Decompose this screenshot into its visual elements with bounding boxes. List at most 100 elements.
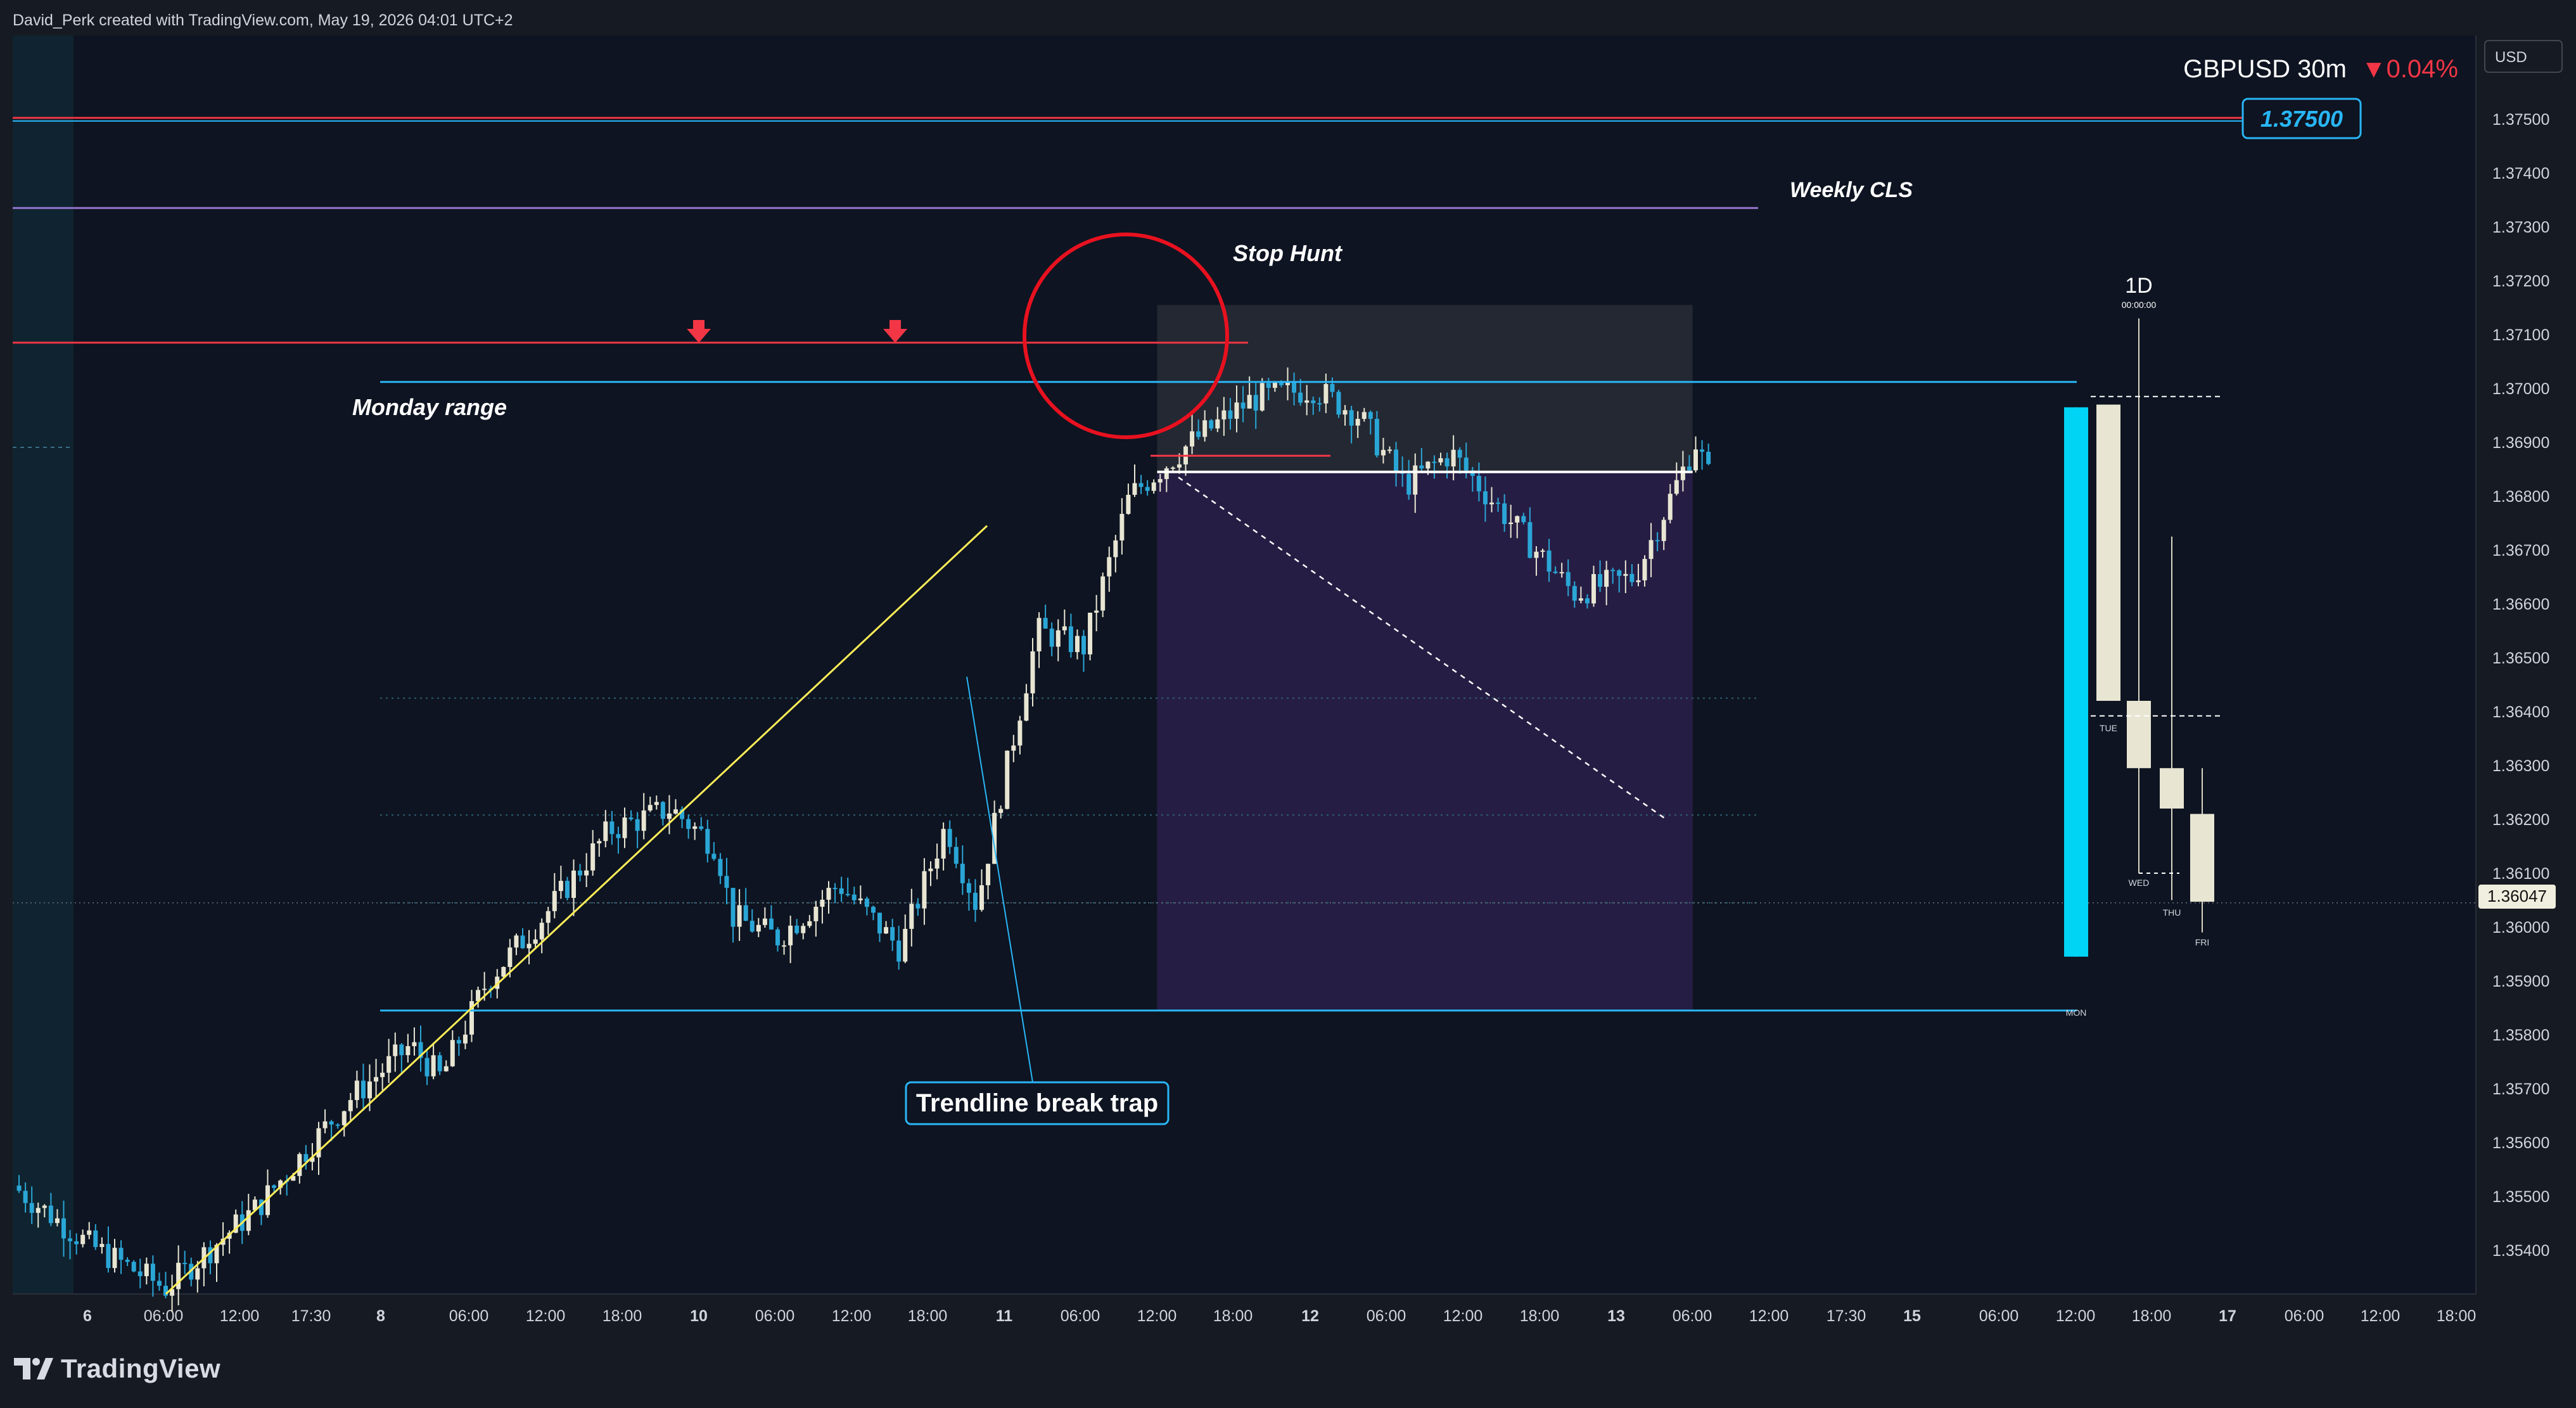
candle-body (1132, 483, 1137, 495)
chart-svg[interactable]: 1.37500 1.37400 1.37300 1.37200 1.37100 1.370… (0, 35, 2576, 1329)
x-tick-label: 13 (1607, 1307, 1625, 1325)
candle-body (1667, 494, 1673, 520)
candle-body (1680, 466, 1685, 480)
candle-body (564, 881, 570, 899)
htf-candle-body (2160, 768, 2184, 809)
candle-body (545, 911, 551, 923)
candle-body (1253, 395, 1258, 411)
candle-body (749, 921, 755, 932)
candle-body (1463, 458, 1469, 471)
candle-body (801, 926, 806, 933)
candle-body (1559, 572, 1564, 573)
candle-body (1565, 572, 1571, 586)
candle-body (762, 918, 767, 925)
candle-body (1081, 636, 1086, 655)
candle-body (941, 829, 946, 859)
candle-body (156, 1281, 162, 1286)
candle-body (1234, 402, 1239, 419)
candle-body (374, 1077, 379, 1082)
candle-body (1604, 570, 1609, 587)
candle-body (48, 1205, 53, 1224)
y-tick-label: 1.37500 (2492, 111, 2549, 129)
candle-body (106, 1244, 111, 1269)
candle-body (341, 1111, 347, 1125)
candle-body (1540, 550, 1545, 552)
candle-body (1502, 503, 1507, 525)
candle-body (756, 925, 761, 932)
top-credit-bar: David_Perk created with TradingView.com,… (0, 0, 2576, 35)
candle-body (953, 847, 959, 864)
candle-body (1145, 487, 1150, 491)
candle-body (1546, 550, 1552, 572)
candle-body (647, 805, 653, 811)
candle-body (820, 899, 825, 907)
y-tick-label: 1.36300 (2492, 757, 2549, 775)
x-tick-label: 17:30 (1827, 1307, 1866, 1325)
candle-body (603, 821, 608, 842)
candle-body (590, 843, 596, 871)
candle-body (1457, 449, 1462, 458)
trade-target-zone (1157, 471, 1693, 1011)
candle-body (1240, 402, 1246, 409)
candle-body (1259, 383, 1265, 411)
candle-body (520, 935, 525, 949)
candle-body (93, 1230, 98, 1247)
candle-body (705, 829, 710, 854)
x-tick-label: 06:00 (2285, 1307, 2324, 1325)
x-tick-label: 11 (996, 1307, 1013, 1325)
y-tick-label: 1.36000 (2492, 919, 2549, 937)
htf-candle-body (2127, 701, 2151, 769)
candle-body (195, 1268, 200, 1280)
htf-day-label-thu: THU (2163, 907, 2181, 918)
htf-day-label-tue: TUE (2100, 723, 2117, 733)
candle-body (412, 1042, 417, 1046)
candle-body (1278, 383, 1284, 385)
tradingview-logo[interactable]: TradingView (14, 1351, 220, 1386)
candle-body (979, 885, 984, 910)
candle-body (137, 1271, 143, 1276)
x-tick-label: 18:00 (908, 1307, 948, 1325)
candle-body (80, 1234, 86, 1245)
candle-body (628, 817, 634, 819)
weekly-cls-label: Weekly CLS (1790, 178, 1913, 202)
candle-body (23, 1191, 28, 1203)
candle-body (1527, 522, 1533, 558)
candle-body (1336, 392, 1341, 415)
y-tick-label: 1.35700 (2492, 1080, 2549, 1098)
candle-body (1157, 479, 1163, 483)
candle-body (501, 966, 506, 977)
chart-area[interactable]: 1.37500 1.37400 1.37300 1.37200 1.37100 1.370… (0, 35, 2576, 1329)
candle-body (1304, 400, 1310, 403)
trade-risk-zone (1157, 305, 1693, 472)
candle-body (431, 1055, 436, 1077)
candle-body (1126, 494, 1131, 514)
candle-body (1438, 458, 1443, 463)
x-tick-label: 12 (1301, 1307, 1319, 1325)
candle-body (163, 1286, 168, 1296)
y-tick-label: 1.35500 (2492, 1188, 2549, 1206)
candle-body (456, 1040, 461, 1044)
candle-body (641, 810, 646, 831)
candle-body (915, 904, 921, 909)
candle-body (29, 1203, 34, 1213)
candle-body (131, 1262, 136, 1272)
key-level-value: 1.37500 (2260, 106, 2343, 132)
candle-body (813, 906, 819, 921)
y-tick-label: 1.37000 (2492, 380, 2549, 398)
candle-body (1687, 466, 1692, 471)
htf-day-label-fri: FRI (2195, 937, 2210, 947)
candle-body (1361, 412, 1367, 419)
candle-body (182, 1262, 188, 1264)
candle-body (858, 899, 863, 900)
candle-body (1055, 630, 1061, 647)
candle-body (845, 893, 850, 895)
x-tick-label: 8 (376, 1307, 385, 1325)
current-price-value: 1.36047 (2487, 886, 2547, 906)
y-tick-label: 1.35800 (2492, 1027, 2549, 1044)
candle-body (533, 939, 538, 944)
candle-body (1062, 626, 1067, 630)
candle-body (711, 854, 717, 859)
candle-body (584, 870, 589, 876)
symbol-title: GBPUSD 30m (2183, 55, 2347, 83)
candle-body (1036, 618, 1042, 651)
